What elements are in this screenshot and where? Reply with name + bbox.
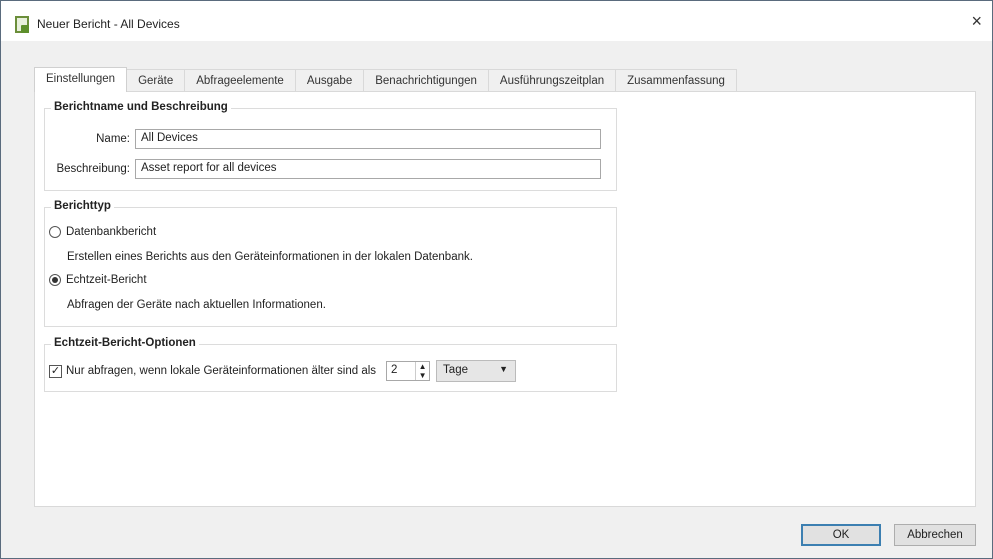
tab-ausfuehrungszeitplan[interactable]: Ausführungszeitplan <box>487 69 617 92</box>
radio-database-report[interactable]: Datenbankbericht <box>49 226 156 238</box>
description-input[interactable]: Asset report for all devices <box>135 159 601 179</box>
report-dialog: Neuer Bericht - All Devices × Einstellun… <box>0 0 993 559</box>
group-title: Berichtname und Beschreibung <box>51 101 231 113</box>
unit-dropdown[interactable]: Tage ▼ <box>436 360 517 382</box>
settings-panel: Berichtname und Beschreibung Name: All D… <box>34 91 976 507</box>
tab-benachrichtigungen[interactable]: Benachrichtigungen <box>363 69 489 92</box>
group-title: Echtzeit-Bericht-Optionen <box>51 337 199 349</box>
name-label: Name: <box>96 133 130 145</box>
group-title: Berichttyp <box>51 200 114 212</box>
database-report-description: Erstellen eines Berichts aus den Gerätei… <box>67 251 473 263</box>
close-icon[interactable]: × <box>971 11 982 32</box>
cancel-button[interactable]: Abbrechen <box>894 524 976 546</box>
tab-geraete[interactable]: Geräte <box>126 69 186 92</box>
radio-label: Datenbankbericht <box>66 226 157 238</box>
app-icon <box>15 16 29 33</box>
chevron-down-icon: ▼ <box>499 364 509 374</box>
window-title: Neuer Bericht - All Devices <box>37 17 180 31</box>
spinner-value[interactable]: 2 <box>387 362 415 380</box>
description-label: Beschreibung: <box>56 163 130 175</box>
spinner-arrows-icon[interactable]: ▲ ▼ <box>415 362 429 380</box>
unit-value: Tage <box>443 364 468 376</box>
title-bar: Neuer Bericht - All Devices × <box>1 1 992 41</box>
name-input[interactable]: All Devices <box>135 129 601 149</box>
realtime-options-group: Echtzeit-Bericht-Optionen ✓ Nur abfragen… <box>44 337 617 392</box>
tab-einstellungen[interactable]: Einstellungen <box>34 67 128 92</box>
tab-zusammenfassung[interactable]: Zusammenfassung <box>615 69 737 92</box>
checkbox-label: Nur abfragen, wenn lokale Geräteinformat… <box>66 365 377 377</box>
radio-button[interactable] <box>49 274 61 286</box>
age-spinner[interactable]: 2 ▲ ▼ <box>386 361 431 381</box>
radio-button[interactable] <box>49 226 61 238</box>
tab-ausgabe[interactable]: Ausgabe <box>294 69 365 92</box>
radio-label: Echtzeit-Bericht <box>66 274 147 286</box>
realtime-report-description: Abfragen der Geräte nach aktuellen Infor… <box>67 299 326 311</box>
report-type-group: Berichttyp Datenbankbericht Erstellen ei… <box>44 200 617 327</box>
radio-realtime-report[interactable]: Echtzeit-Bericht <box>49 274 147 286</box>
ok-button[interactable]: OK <box>801 524 881 546</box>
name-description-group: Berichtname und Beschreibung Name: All D… <box>44 101 617 191</box>
only-query-checkbox[interactable]: ✓ <box>49 364 62 378</box>
tab-abfrageelemente[interactable]: Abfrageelemente <box>184 69 296 92</box>
tab-strip: Einstellungen Geräte Abfrageelemente Aus… <box>34 67 737 92</box>
